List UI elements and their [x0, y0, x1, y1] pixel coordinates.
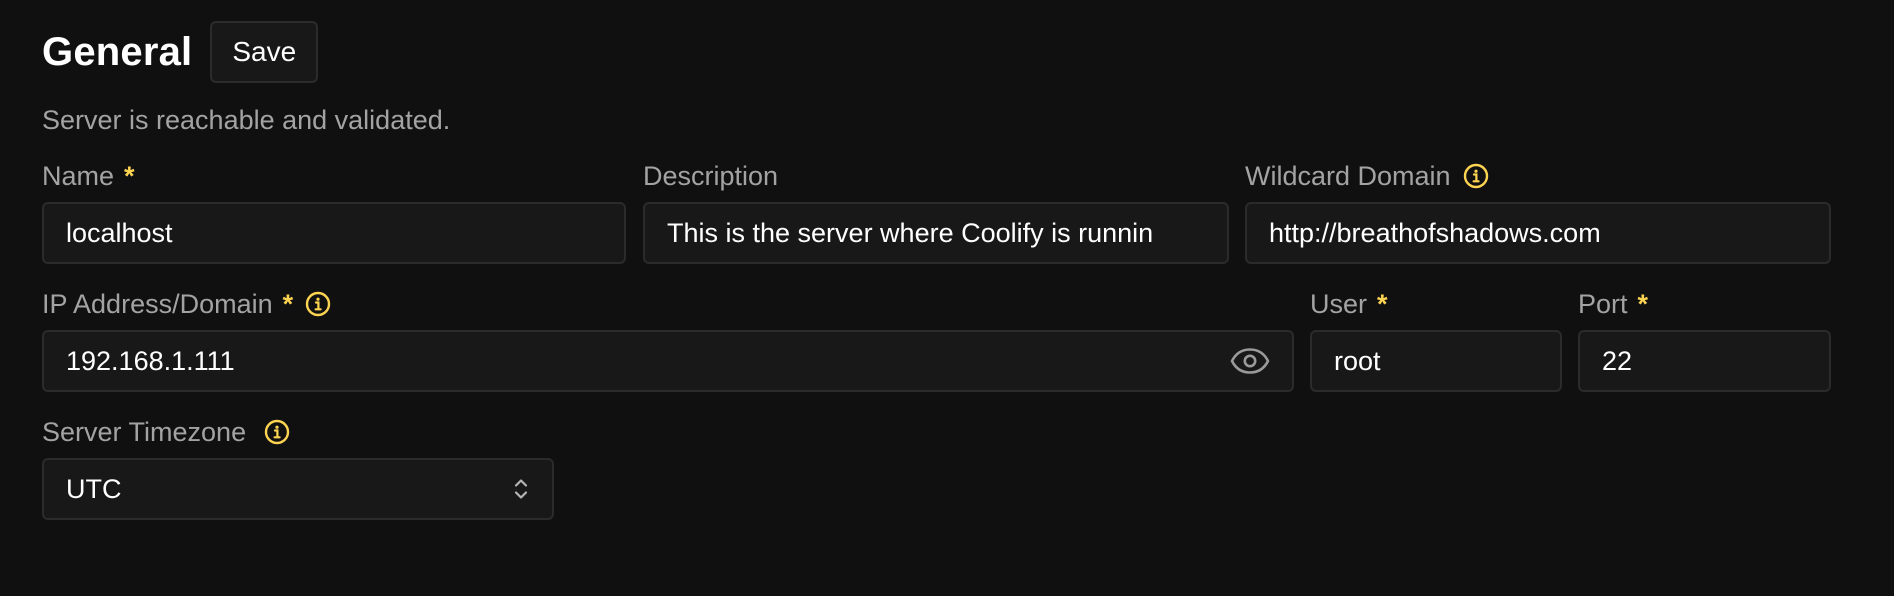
user-label: User *: [1310, 286, 1562, 322]
ip-address-label: IP Address/Domain *: [42, 286, 1294, 322]
server-general-settings: General Save Server is reachable and val…: [42, 20, 1832, 134]
description-field: Description This is the server where Coo…: [643, 158, 1229, 264]
port-label: Port *: [1578, 286, 1831, 322]
description-label-text: Description: [643, 160, 779, 191]
wildcard-domain-label-text: Wildcard Domain: [1245, 160, 1451, 191]
user-label-text: User: [1310, 288, 1368, 319]
port-input-value: 22: [1602, 345, 1633, 376]
timezone-select[interactable]: UTC: [42, 458, 554, 520]
user-input-value: root: [1334, 345, 1381, 376]
info-icon[interactable]: [264, 419, 290, 445]
ip-address-label-text: IP Address/Domain: [42, 288, 273, 319]
user-input[interactable]: root: [1310, 330, 1562, 392]
ip-address-input[interactable]: 192.168.1.111: [42, 330, 1294, 392]
required-mark: *: [282, 288, 294, 319]
wildcard-domain-input-value: http://breathofshadows.com: [1269, 217, 1601, 248]
port-field: Port * 22: [1578, 286, 1831, 392]
port-label-text: Port: [1578, 288, 1628, 319]
user-field: User * root: [1310, 286, 1562, 392]
name-field: Name * localhost: [42, 158, 626, 264]
name-label-text: Name: [42, 160, 115, 191]
name-input-value: localhost: [66, 217, 173, 248]
chevron-up-down-icon: [512, 475, 530, 503]
description-label: Description: [643, 158, 1229, 194]
description-input[interactable]: This is the server where Coolify is runn…: [643, 202, 1229, 264]
page-title: General: [42, 29, 193, 74]
ip-address-input-value: 192.168.1.111: [66, 345, 235, 376]
server-status-text: Server is reachable and validated.: [42, 105, 451, 135]
save-button[interactable]: Save: [210, 20, 319, 83]
name-label: Name *: [42, 158, 626, 194]
required-mark: *: [1377, 288, 1388, 319]
timezone-field: Server Timezone UTC: [42, 414, 554, 520]
section-header: General Save: [42, 20, 1832, 83]
timezone-label-text: Server Timezone: [42, 416, 247, 447]
required-mark: *: [124, 160, 135, 191]
wildcard-domain-field: Wildcard Domain http://breathofshadows.c…: [1245, 158, 1831, 264]
wildcard-domain-label: Wildcard Domain: [1245, 158, 1831, 194]
wildcard-domain-input[interactable]: http://breathofshadows.com: [1245, 202, 1831, 264]
required-mark: *: [1637, 288, 1649, 319]
port-input[interactable]: 22: [1578, 330, 1831, 392]
timezone-selected-value: UTC: [66, 473, 122, 504]
eye-icon[interactable]: [1230, 347, 1270, 375]
description-input-value: This is the server where Coolify is runn…: [667, 217, 1154, 248]
name-input[interactable]: localhost: [42, 202, 626, 264]
info-icon[interactable]: [1463, 163, 1489, 189]
ip-address-field: IP Address/Domain * 192.168.1.111: [42, 286, 1294, 392]
info-icon[interactable]: [305, 291, 331, 317]
timezone-label: Server Timezone: [42, 414, 554, 450]
